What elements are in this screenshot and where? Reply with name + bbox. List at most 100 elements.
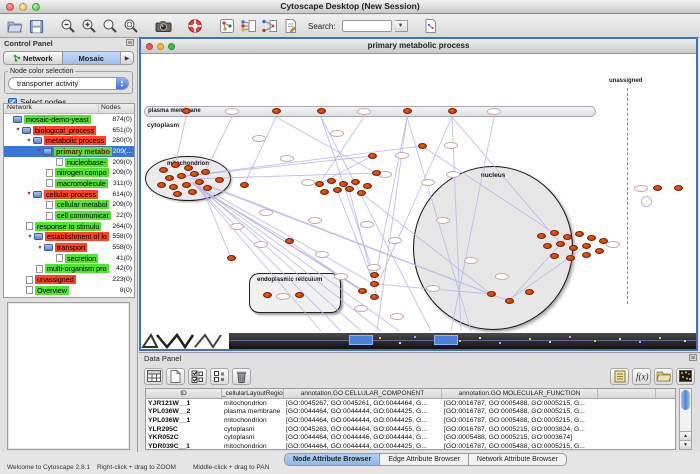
node-label-oval[interactable] — [395, 152, 409, 159]
gene-node[interactable] — [358, 288, 367, 294]
table-row[interactable]: YKR052Ccytoplasm[GO:0044464, GO:0044446,… — [146, 433, 675, 442]
table-row[interactable]: YLR295Ccytoplasm[GO:0045263, GO:0044464,… — [146, 425, 675, 434]
gene-node[interactable] — [182, 182, 191, 188]
gene-node[interactable] — [227, 255, 236, 261]
tree-row[interactable]: Overview8(0) — [4, 285, 134, 296]
gene-node[interactable] — [448, 108, 457, 114]
node-label-oval[interactable] — [252, 135, 266, 142]
gene-node[interactable] — [525, 289, 534, 295]
tree-row[interactable]: nucleobase-209(0) — [4, 157, 134, 168]
browser-tab-node[interactable]: Node Attribute Browser — [285, 454, 380, 465]
notepad-icon[interactable] — [610, 368, 629, 385]
node-label-oval[interactable] — [436, 217, 450, 224]
gene-node[interactable] — [320, 189, 329, 195]
view-close-button[interactable] — [146, 43, 153, 50]
gene-node[interactable] — [543, 243, 552, 249]
node-label-oval[interactable] — [360, 221, 374, 228]
gene-node[interactable] — [599, 238, 608, 244]
tree-row[interactable]: ▼establishment of lo558(0) — [4, 232, 134, 243]
gene-node[interactable] — [327, 178, 336, 184]
gene-node[interactable] — [370, 272, 379, 278]
gene-node[interactable] — [201, 169, 210, 175]
node-label-oval[interactable] — [330, 130, 344, 137]
node-label-oval[interactable] — [280, 155, 294, 162]
gene-node[interactable] — [317, 108, 326, 114]
expand-arrow-icon[interactable]: ▼ — [36, 245, 44, 251]
gene-node[interactable] — [595, 248, 604, 254]
table-grid-icon[interactable] — [144, 368, 163, 385]
tree-row[interactable]: ▼cellular process614(0) — [4, 189, 134, 200]
save-session-icon[interactable] — [27, 17, 45, 35]
gene-node[interactable] — [351, 179, 360, 185]
tab-mosaic[interactable]: Mosaic — [63, 52, 122, 64]
gene-node[interactable] — [550, 230, 559, 236]
expand-arrow-icon[interactable]: ▼ — [25, 138, 33, 144]
tab-network[interactable]: Network — [4, 52, 63, 64]
scrollbar-thumb[interactable] — [681, 390, 690, 410]
node-label-oval[interactable] — [464, 257, 478, 264]
gene-node[interactable] — [487, 291, 496, 297]
node-label-oval[interactable] — [390, 313, 404, 320]
gene-node[interactable] — [285, 238, 294, 244]
scroll-up-arrow[interactable]: ▲ — [680, 431, 691, 440]
node-label-oval[interactable] — [367, 264, 381, 271]
node-label-oval[interactable] — [308, 217, 322, 224]
search-dropdown-button[interactable]: ▼ — [395, 20, 408, 32]
gene-node[interactable] — [263, 292, 272, 298]
gene-node[interactable] — [177, 173, 186, 179]
browser-tab-network[interactable]: Network Attribute Browser — [469, 454, 566, 465]
gene-node[interactable] — [182, 108, 191, 114]
table-row[interactable]: YJR121W__1mitochondrion[GO:0045267, GO:0… — [146, 399, 675, 408]
gene-node[interactable] — [550, 253, 559, 259]
close-button[interactable] — [6, 3, 14, 11]
expand-arrow-icon[interactable]: ▼ — [25, 191, 33, 197]
attribute-function-icon[interactable]: f(x) — [632, 368, 651, 385]
gene-node[interactable] — [357, 190, 366, 196]
tree-row[interactable]: multi-organism pro42(0) — [4, 264, 134, 275]
search-network-icon[interactable] — [422, 17, 440, 35]
data-panel-float-icon[interactable] — [689, 354, 697, 361]
tree-row[interactable]: macromolecule311(0) — [4, 178, 134, 189]
node-label-oval[interactable] — [254, 241, 268, 248]
minimize-button[interactable] — [19, 3, 27, 11]
node-label-oval[interactable] — [354, 305, 368, 312]
gene-node[interactable] — [345, 186, 354, 192]
tree-row[interactable]: ▼metabolic process280(0) — [4, 135, 134, 146]
attribute-table[interactable]: ID_cellularLayoutRegionannotation.GO CEL… — [145, 388, 676, 450]
node-label-oval[interactable] — [230, 223, 244, 230]
gene-node[interactable] — [315, 181, 324, 187]
gene-node[interactable] — [563, 234, 572, 240]
gene-node[interactable] — [368, 153, 377, 159]
open-file-icon[interactable] — [6, 17, 24, 35]
node-label-oval[interactable] — [357, 108, 371, 115]
select-all-icon[interactable] — [188, 368, 207, 385]
float-panel-icon[interactable] — [126, 39, 134, 46]
table-column-header[interactable] — [598, 389, 656, 398]
gene-node[interactable] — [418, 143, 427, 149]
gene-node[interactable] — [566, 255, 575, 261]
gene-node[interactable] — [587, 235, 596, 241]
gene-node[interactable] — [295, 292, 304, 298]
zoom-out-icon[interactable] — [59, 17, 77, 35]
table-row[interactable]: YDR039C__1mitochondrion[GO:0044464, GO:0… — [146, 442, 675, 450]
zoom-fit-icon[interactable] — [101, 17, 119, 35]
gene-node[interactable] — [169, 184, 178, 190]
gene-node[interactable] — [165, 175, 174, 181]
gene-node[interactable] — [159, 167, 168, 173]
layout-nodes-icon[interactable] — [239, 17, 257, 35]
zoom-in-icon[interactable] — [80, 17, 98, 35]
gene-node[interactable] — [203, 185, 212, 191]
network-canvas[interactable]: plasma membrane cytoplasm mitochondrion … — [141, 54, 696, 333]
gene-node[interactable] — [195, 179, 204, 185]
tree-row[interactable]: secretion41(0) — [4, 253, 134, 264]
gene-node[interactable] — [582, 252, 591, 258]
node-label-oval[interactable] — [315, 251, 329, 258]
zoom-button[interactable] — [32, 3, 40, 11]
gene-node[interactable] — [653, 185, 662, 191]
browser-tab-edge[interactable]: Edge Attribute Browser — [380, 454, 469, 465]
table-column-header[interactable]: annotation.GO CELLULAR_COMPONENT — [284, 389, 442, 398]
node-label-oval[interactable] — [446, 171, 460, 178]
gene-node[interactable] — [372, 170, 381, 176]
view-minimize-button[interactable] — [157, 43, 164, 50]
node-label-oval[interactable] — [495, 273, 509, 280]
